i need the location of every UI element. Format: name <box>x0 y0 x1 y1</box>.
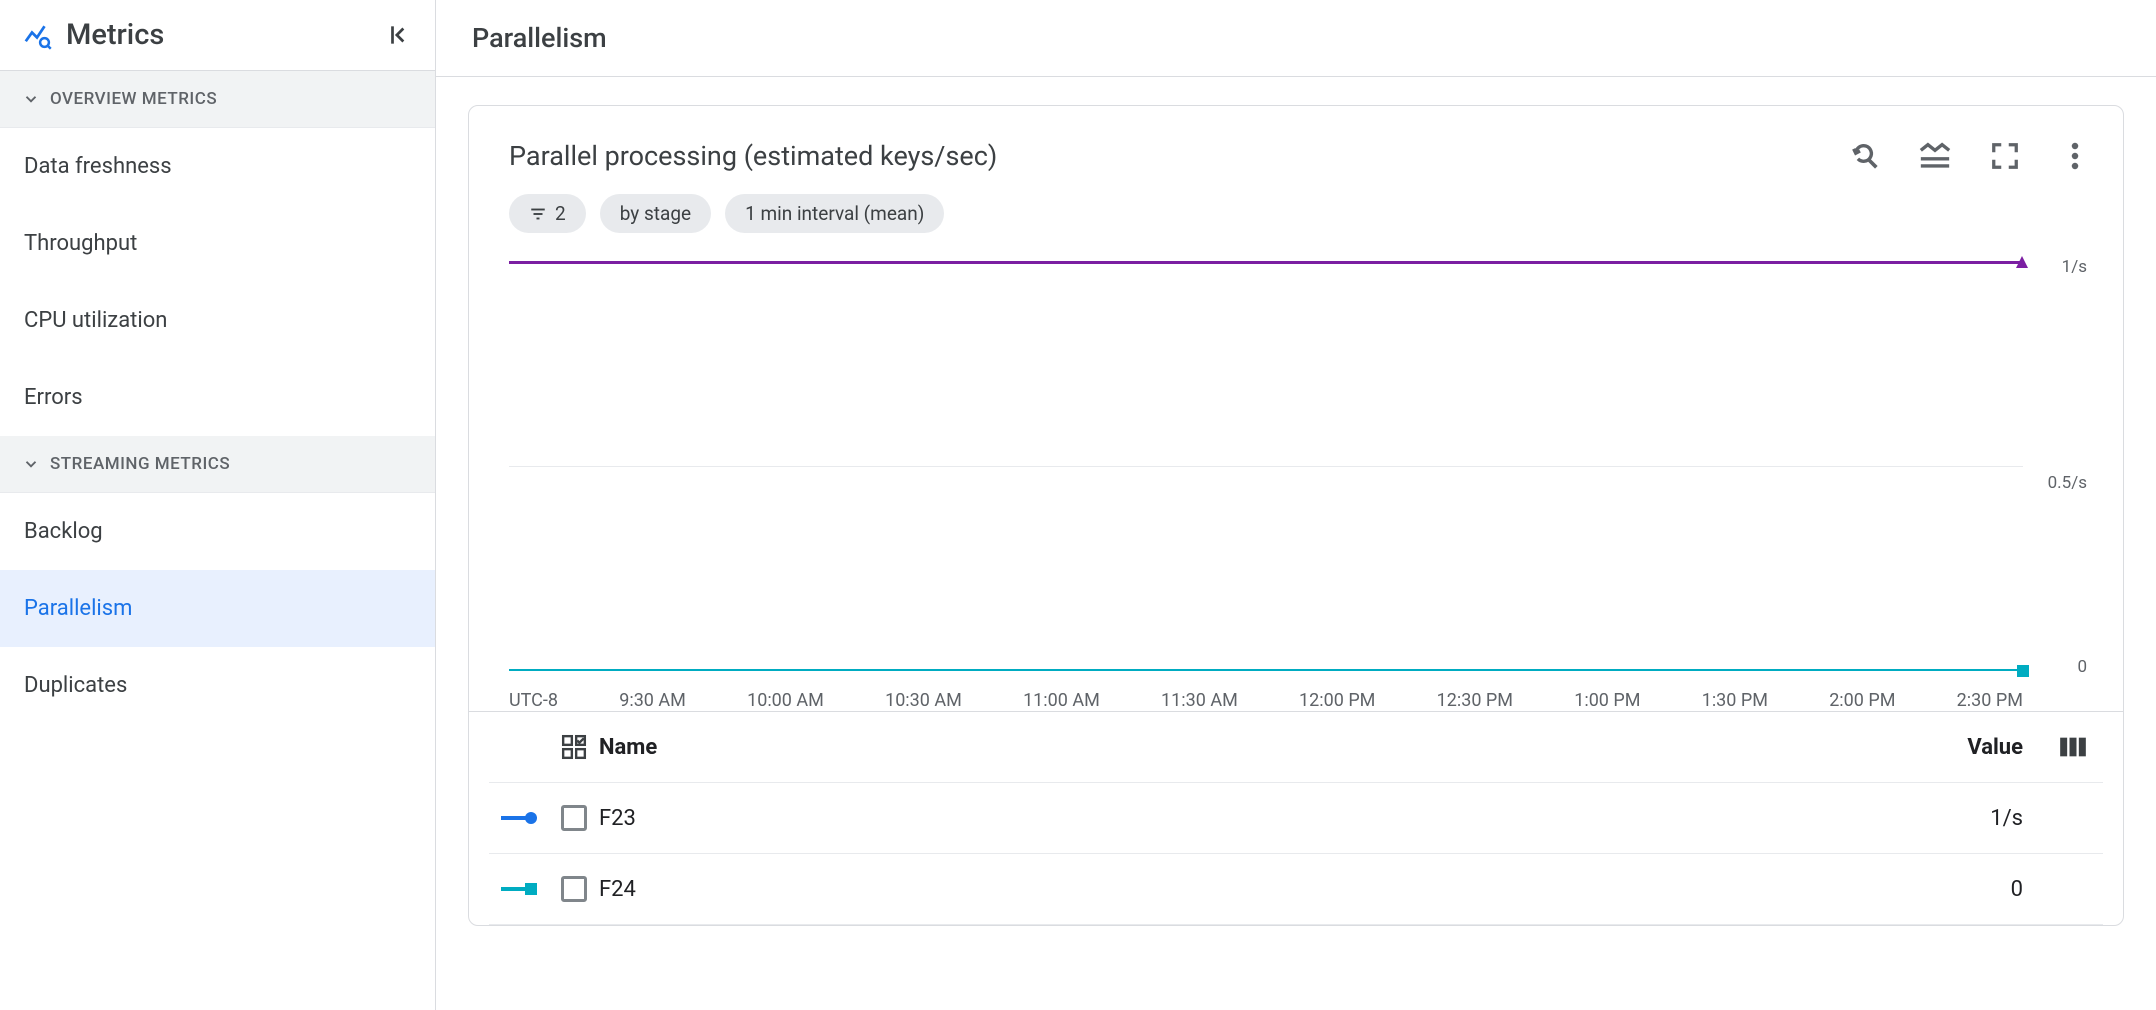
section-label-overview: OVERVIEW METRICS <box>50 89 217 109</box>
x-tick: 11:00 AM <box>1023 690 1100 711</box>
series-line-f24 <box>509 669 2023 671</box>
section-header-overview[interactable]: OVERVIEW METRICS <box>0 71 435 128</box>
x-tick: 9:30 AM <box>619 690 686 711</box>
page-title: Parallelism <box>436 0 2156 77</box>
nav-item-backlog[interactable]: Backlog <box>0 493 435 570</box>
x-tick: 12:00 PM <box>1299 690 1375 711</box>
filter-icon <box>529 205 547 223</box>
main: Parallelism Parallel processing (estimat… <box>436 0 2156 1010</box>
filter-chip[interactable]: 2 <box>509 194 586 233</box>
chart-plot[interactable]: 1/s 0.5/s 0 UTC-8 9:30 AM 10:00 AM 10:30… <box>469 251 2123 711</box>
y-tick-0: 0 <box>2077 657 2087 677</box>
legend-value-f24: 0 <box>1923 877 2043 902</box>
legend-value-f23: 1/s <box>1923 806 2043 831</box>
legend-row[interactable]: F24 0 <box>489 854 2103 925</box>
nav-item-errors[interactable]: Errors <box>0 359 435 436</box>
chart-title: Parallel processing (estimated keys/sec) <box>509 140 997 172</box>
legend-name-f24: F24 <box>599 877 1923 902</box>
x-tick: 12:30 PM <box>1437 690 1513 711</box>
sidebar-header: Metrics <box>0 0 435 71</box>
nav-item-throughput[interactable]: Throughput <box>0 205 435 282</box>
x-tick: 1:00 PM <box>1574 690 1640 711</box>
nav-item-parallelism[interactable]: Parallelism <box>0 570 435 647</box>
select-grid-icon[interactable] <box>561 734 587 760</box>
column-header-name[interactable]: Name <box>599 735 1923 760</box>
reset-zoom-button[interactable] <box>1847 138 1883 174</box>
x-tick: 1:30 PM <box>1702 690 1768 711</box>
legend-toggle-button[interactable] <box>1917 138 1953 174</box>
column-header-value[interactable]: Value <box>1923 735 2043 760</box>
nav-item-duplicates[interactable]: Duplicates <box>0 647 435 724</box>
filter-count: 2 <box>555 202 566 225</box>
legend-name-f23: F23 <box>599 806 1923 831</box>
group-chip[interactable]: by stage <box>600 194 711 233</box>
chart-card: Parallel processing (estimated keys/sec) <box>468 105 2124 926</box>
y-tick-05: 0.5/s <box>2048 473 2087 493</box>
nav-item-cpu-utilization[interactable]: CPU utilization <box>0 282 435 359</box>
sidebar: Metrics OVERVIEW METRICS Data freshness … <box>0 0 436 1010</box>
legend-header: Name Value <box>489 712 2103 783</box>
x-tick: 10:00 AM <box>747 690 824 711</box>
legend-checkbox-f23[interactable] <box>561 805 587 831</box>
legend-table: Name Value <box>469 711 2123 925</box>
more-options-button[interactable] <box>2057 138 2093 174</box>
series-swatch-f23 <box>501 812 537 824</box>
section-header-streaming[interactable]: STREAMING METRICS <box>0 436 435 493</box>
x-tick-tz: UTC-8 <box>509 690 558 711</box>
x-tick: 2:00 PM <box>1829 690 1895 711</box>
x-tick: 10:30 AM <box>885 690 962 711</box>
x-tick: 11:30 AM <box>1161 690 1238 711</box>
series-marker-f23 <box>2015 255 2029 269</box>
x-axis: UTC-8 9:30 AM 10:00 AM 10:30 AM 11:00 AM… <box>509 680 2023 711</box>
y-tick-1: 1/s <box>2062 257 2087 277</box>
columns-icon[interactable] <box>2059 736 2087 758</box>
chevron-down-icon <box>22 455 40 473</box>
fullscreen-button[interactable] <box>1987 138 2023 174</box>
sidebar-title: Metrics <box>66 18 164 52</box>
series-line-f23 <box>509 261 2023 264</box>
interval-chip[interactable]: 1 min interval (mean) <box>725 194 944 233</box>
x-tick: 2:30 PM <box>1957 690 2023 711</box>
series-marker-f24 <box>2017 665 2029 677</box>
nav-item-data-freshness[interactable]: Data freshness <box>0 128 435 205</box>
series-swatch-f24 <box>501 883 537 895</box>
collapse-sidebar-button[interactable] <box>383 19 415 51</box>
legend-row[interactable]: F23 1/s <box>489 783 2103 854</box>
metrics-icon <box>22 20 52 50</box>
legend-checkbox-f24[interactable] <box>561 876 587 902</box>
chevron-down-icon <box>22 90 40 108</box>
section-label-streaming: STREAMING METRICS <box>50 454 230 474</box>
